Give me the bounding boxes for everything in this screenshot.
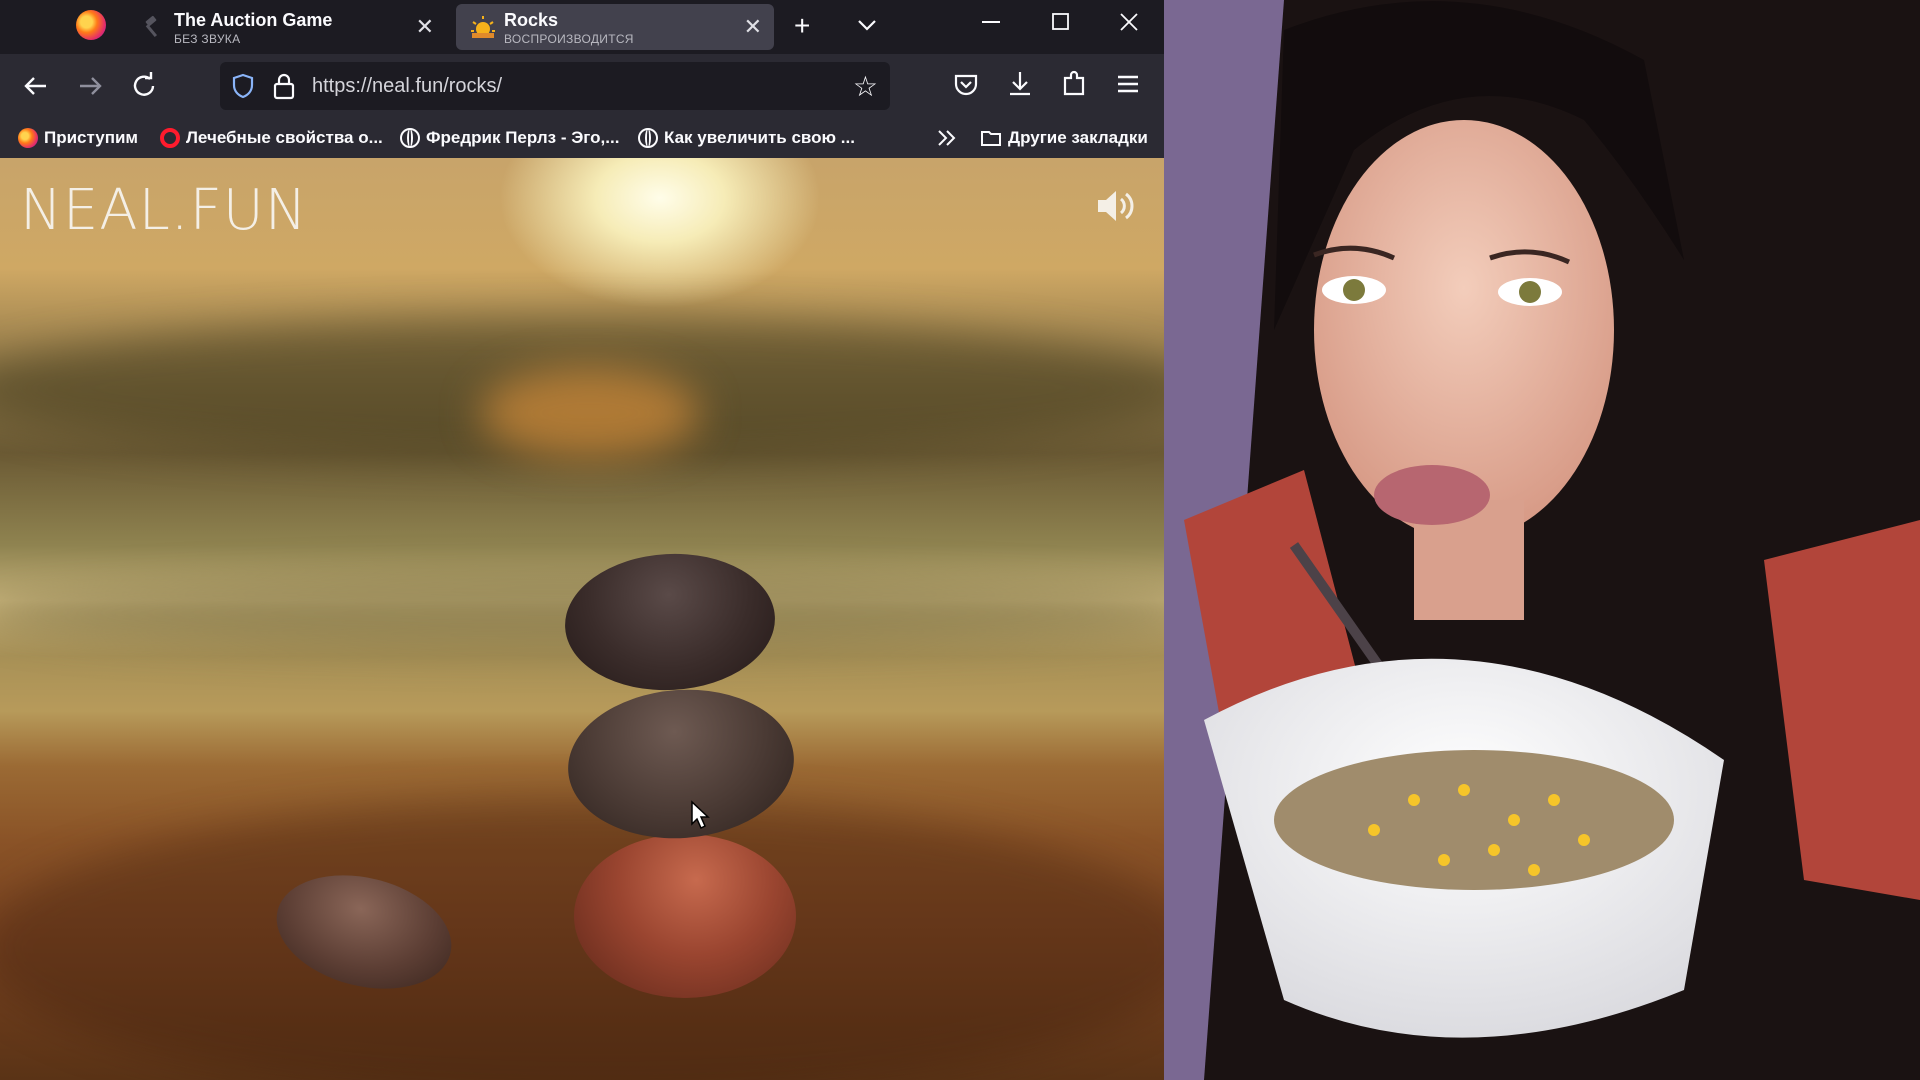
bookmark-star-icon[interactable]: ☆	[853, 70, 878, 103]
sun-reflection	[480, 368, 700, 458]
navigation-toolbar: https://neal.fun/rocks/ ☆	[0, 54, 1164, 118]
page-content[interactable]: NEAL.FUN	[0, 158, 1164, 1080]
site-logo[interactable]: NEAL.FUN	[20, 178, 308, 243]
url-text[interactable]: https://neal.fun/rocks/	[312, 75, 502, 98]
globe-icon	[400, 128, 420, 148]
minimize-icon[interactable]	[982, 20, 1002, 24]
bookmark-item[interactable]: Приступим	[18, 126, 138, 150]
opera-icon	[160, 128, 180, 148]
firefox-icon[interactable]	[76, 10, 106, 40]
reload-icon[interactable]	[126, 68, 162, 104]
firefox-icon	[18, 128, 38, 148]
folder-icon	[981, 131, 1001, 146]
close-tab-icon[interactable]: ✕	[744, 14, 762, 40]
chevron-double-right-icon[interactable]	[936, 128, 958, 148]
hamburger-menu-icon[interactable]	[1110, 66, 1146, 102]
tab-auction-game[interactable]: The Auction Game БЕЗ ЗВУКА ✕	[126, 4, 446, 50]
tab-status: ВОСПРОИЗВОДИТСЯ	[504, 32, 634, 46]
tab-status: БЕЗ ЗВУКА	[174, 32, 241, 46]
tab-rocks[interactable]: Rocks ВОСПРОИЗВОДИТСЯ ✕	[456, 4, 774, 50]
streamer-video-illustration	[1164, 0, 1920, 1080]
gavel-icon	[145, 15, 158, 38]
tracking-protection-shield-icon[interactable]	[232, 73, 254, 99]
other-bookmarks[interactable]: Другие закладки	[980, 126, 1148, 150]
webcam-feed	[1164, 0, 1920, 1080]
bookmark-label: Фредрик Перлз - Эго,...	[426, 128, 620, 147]
address-bar[interactable]: https://neal.fun/rocks/ ☆	[220, 62, 890, 110]
bookmark-label: Приступим	[44, 128, 139, 147]
close-icon[interactable]	[1120, 13, 1138, 31]
tab-title: Rocks	[504, 10, 559, 30]
speaker-icon[interactable]	[1094, 186, 1138, 226]
download-icon[interactable]	[1002, 66, 1038, 102]
bookmark-label: Как увеличить свою ...	[664, 128, 855, 147]
rock-bottom[interactable]	[574, 834, 796, 998]
browser-window: The Auction Game БЕЗ ЗВУКА ✕ Rocks ВОСПР…	[0, 0, 1164, 1080]
pocket-icon[interactable]	[948, 66, 984, 102]
rock-top[interactable]	[561, 548, 779, 696]
tab-title: The Auction Game	[174, 10, 333, 30]
maximize-icon[interactable]	[1052, 13, 1070, 31]
bookmark-item[interactable]: Фредрик Перлз - Эго,...	[400, 126, 619, 150]
chevron-down-icon[interactable]	[856, 14, 878, 36]
bookmarks-toolbar: Приступим Лечебные свойства о... Фредрик…	[0, 118, 1164, 158]
sun-icon	[471, 16, 495, 38]
plus-icon[interactable]: +	[794, 10, 810, 42]
lock-icon[interactable]	[272, 72, 296, 100]
puzzle-icon[interactable]	[1056, 66, 1092, 102]
back-arrow-icon[interactable]	[18, 68, 54, 104]
globe-icon	[638, 128, 658, 148]
other-bookmarks-label: Другие закладки	[1008, 128, 1148, 147]
bookmark-item[interactable]: Лечебные свойства о...	[160, 126, 383, 150]
bookmark-label: Лечебные свойства о...	[186, 128, 383, 147]
tab-bar: The Auction Game БЕЗ ЗВУКА ✕ Rocks ВОСПР…	[0, 0, 1164, 54]
bookmark-item[interactable]: Как увеличить свою ...	[638, 126, 855, 150]
mouse-cursor-icon	[691, 800, 710, 830]
close-tab-icon[interactable]: ✕	[416, 14, 434, 40]
forward-arrow-icon[interactable]	[72, 68, 108, 104]
